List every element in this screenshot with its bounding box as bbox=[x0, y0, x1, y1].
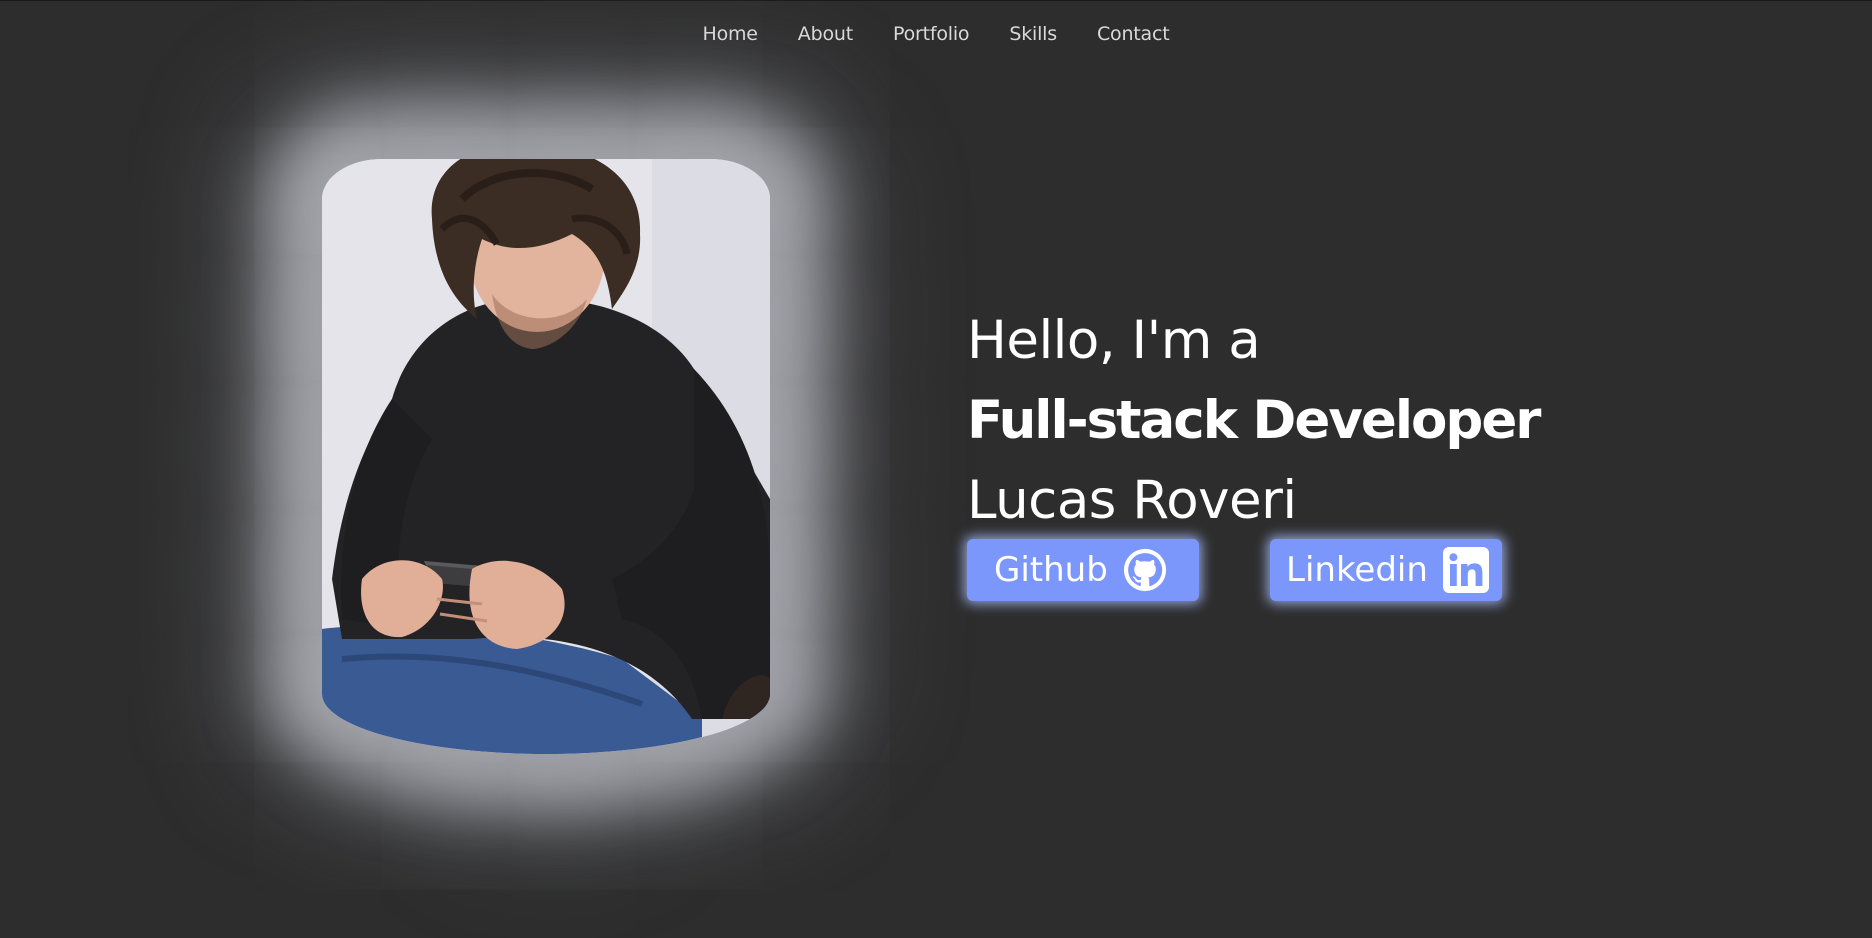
github-button[interactable]: Github bbox=[967, 539, 1199, 601]
linkedin-button-label: Linkedin bbox=[1286, 550, 1428, 590]
nav-about-link[interactable]: About bbox=[798, 23, 853, 45]
nav-portfolio-link[interactable]: Portfolio bbox=[893, 23, 970, 45]
hero-text: Hello, I'm a Full-stack Developer Lucas … bbox=[967, 301, 1541, 541]
nav-skills-link[interactable]: Skills bbox=[1009, 23, 1057, 45]
linkedin-button[interactable]: Linkedin bbox=[1270, 539, 1502, 601]
hero-name: Lucas Roveri bbox=[967, 470, 1297, 531]
hero-greeting: Hello, I'm a bbox=[967, 310, 1261, 371]
github-button-label: Github bbox=[994, 550, 1108, 590]
linkedin-icon bbox=[1442, 546, 1490, 594]
github-icon bbox=[1122, 547, 1168, 593]
nav-home-link[interactable]: Home bbox=[702, 23, 758, 45]
page: Home About Portfolio Skills Contact Hell… bbox=[0, 0, 1872, 938]
profile-photo bbox=[322, 159, 770, 754]
hero-role: Full-stack Developer bbox=[967, 390, 1541, 451]
profile-photo-illustration bbox=[322, 159, 770, 754]
social-buttons: Github Linkedin bbox=[967, 539, 1502, 601]
nav-contact-link[interactable]: Contact bbox=[1097, 23, 1170, 45]
top-nav: Home About Portfolio Skills Contact bbox=[0, 23, 1872, 45]
